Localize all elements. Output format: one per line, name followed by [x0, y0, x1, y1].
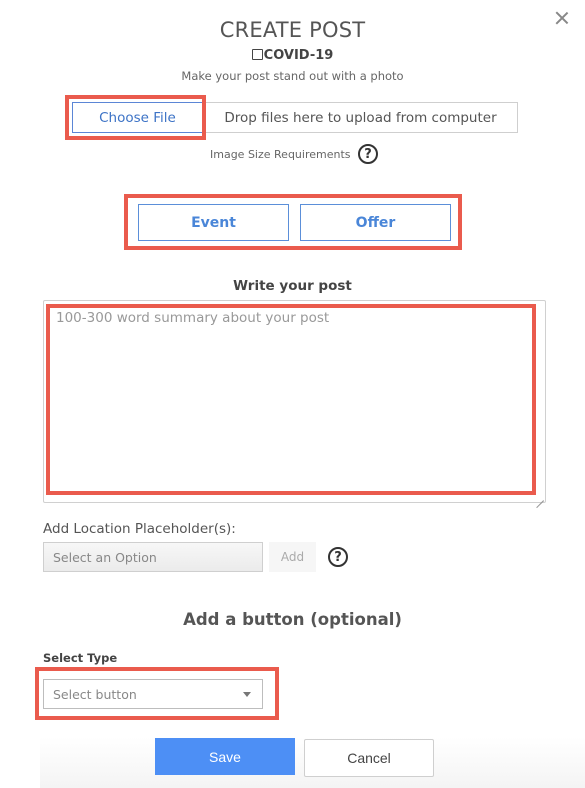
select-type-label: Select Type [43, 651, 118, 665]
highlight-select-type [35, 667, 279, 720]
resize-handle-icon[interactable] [536, 493, 544, 501]
location-help-icon[interactable]: ? [328, 547, 348, 567]
location-placeholder-label: Add Location Placeholder(s): [43, 521, 236, 537]
image-size-requirements-label: Image Size Requirements [210, 148, 351, 161]
cancel-button[interactable]: Cancel [304, 739, 434, 777]
add-location-button[interactable]: Add [269, 542, 316, 572]
covid-checkbox[interactable] [251, 49, 263, 60]
highlight-choose-file [65, 95, 206, 140]
dialog-title: CREATE POST [219, 18, 366, 42]
drop-files-text[interactable]: Drop files here to upload from computer [203, 102, 518, 133]
highlight-post-type [124, 194, 462, 250]
highlight-post-textarea [46, 304, 536, 495]
covid-checkbox-row[interactable]: COVID-19 [0, 48, 585, 63]
add-button-heading: Add a button (optional) [183, 610, 402, 629]
location-select[interactable]: Select an Option [43, 542, 263, 572]
save-button[interactable]: Save [155, 738, 295, 775]
dialog-subtitle: Make your post stand out with a photo [181, 69, 404, 83]
covid-checkbox-label: COVID-19 [263, 48, 334, 63]
question-circle-icon[interactable]: ? [358, 144, 378, 164]
write-post-label: Write your post [233, 278, 352, 294]
